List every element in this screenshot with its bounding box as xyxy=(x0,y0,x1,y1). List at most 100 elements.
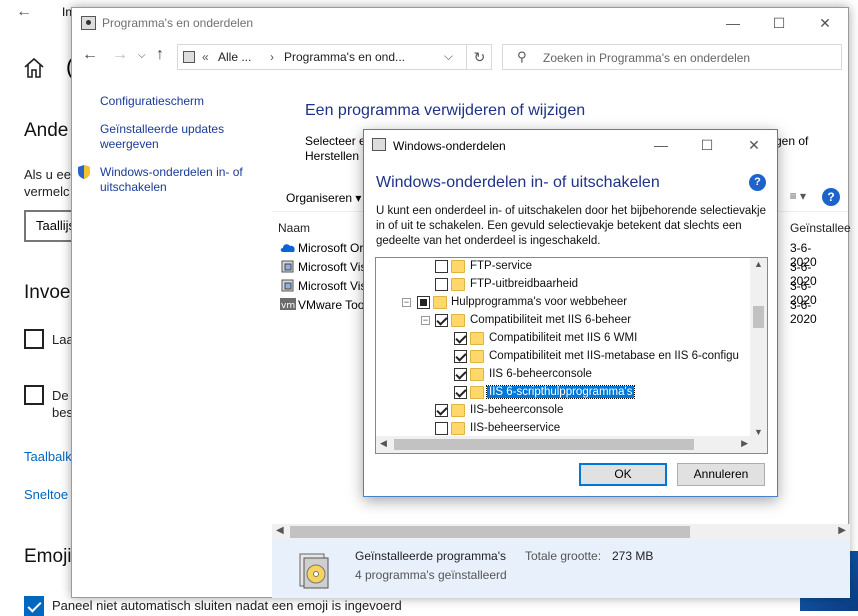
folder-icon xyxy=(451,404,465,417)
feature-label[interactable]: FTP-uitbreidbaarheid xyxy=(470,278,578,290)
feature-checkbox[interactable] xyxy=(454,368,467,381)
address-dropdown-icon[interactable]: ⌵ xyxy=(444,49,453,64)
feature-row[interactable]: FTP-service xyxy=(376,258,752,276)
shortcuts-link[interactable]: Sneltoe xyxy=(24,487,68,502)
feature-checkbox[interactable] xyxy=(435,404,448,417)
breadcrumb-separator: › xyxy=(270,50,274,64)
feature-label[interactable]: IIS-beheerconsole xyxy=(470,404,563,416)
search-box[interactable]: ⚲ Zoeken in Programma's en onderdelen xyxy=(502,44,842,70)
view-options-button[interactable]: ≡ ▾ xyxy=(790,189,806,203)
feature-label-selected[interactable]: IIS 6-scripthulpprogramma's xyxy=(485,385,636,399)
breadcrumb-all[interactable]: Alle ... xyxy=(218,50,251,64)
tree-horizontal-scrollbar[interactable]: ◀ ▶ xyxy=(376,436,752,453)
feature-row[interactable]: − Hulpprogramma's voor webbeheer xyxy=(376,294,752,312)
feature-label[interactable]: FTP-service xyxy=(470,260,532,272)
heading-other: Ande xyxy=(24,120,69,141)
window-title: Programma's en onderdelen xyxy=(102,16,254,30)
program-name: Microsoft Vis xyxy=(298,260,366,274)
maximize-button[interactable]: ☐ xyxy=(684,130,730,160)
feature-label[interactable]: Hulpprogramma's voor webbeheer xyxy=(451,296,627,308)
list-horizontal-scrollbar[interactable]: ◀ ▶ xyxy=(272,524,850,540)
up-arrow-icon[interactable]: ↑ xyxy=(156,46,164,64)
vmware-icon: vm xyxy=(280,298,296,311)
scroll-right-icon[interactable]: ▶ xyxy=(741,438,748,449)
cancel-button[interactable]: Annuleren xyxy=(677,463,765,486)
shield-icon xyxy=(78,165,90,179)
help-icon[interactable]: ? xyxy=(749,174,766,191)
installer-icon xyxy=(281,279,294,292)
back-arrow-icon[interactable]: ← xyxy=(82,46,98,64)
feature-checkbox[interactable] xyxy=(454,332,467,345)
folder-icon xyxy=(470,332,484,345)
forward-arrow-icon[interactable]: → xyxy=(112,46,128,64)
scroll-left-icon[interactable]: ◀ xyxy=(380,438,387,449)
features-tree[interactable]: FTP-service FTP-uitbreidbaarheid − Hulpp… xyxy=(375,257,768,454)
home-icon[interactable] xyxy=(22,56,46,80)
window-titlebar[interactable]: Programma's en onderdelen — ☐ ✕ xyxy=(72,8,848,38)
back-arrow-icon[interactable]: ← xyxy=(16,3,32,21)
scroll-left-icon[interactable]: ◀ xyxy=(276,525,284,536)
program-name: Microsoft Vis xyxy=(298,279,366,293)
emoji-checkbox[interactable] xyxy=(24,596,44,616)
feature-row[interactable]: Compatibiliteit met IIS 6 WMI xyxy=(376,330,752,348)
close-button[interactable]: ✕ xyxy=(731,130,777,160)
feature-row[interactable]: IIS-beheerconsole xyxy=(376,402,752,420)
feature-row[interactable]: Compatibiliteit met IIS-metabase en IIS … xyxy=(376,348,752,366)
organize-button[interactable]: Organiseren ▾ xyxy=(286,191,361,205)
feature-checkbox[interactable] xyxy=(454,350,467,363)
scrollbar-thumb[interactable] xyxy=(753,306,764,328)
scrollbar-thumb[interactable] xyxy=(290,526,690,538)
feature-checkbox[interactable] xyxy=(417,296,430,309)
help-icon[interactable]: ? xyxy=(822,188,840,206)
checkbox-1[interactable] xyxy=(24,329,44,349)
feature-label[interactable]: IIS 6-beheerconsole xyxy=(489,368,592,380)
feature-label[interactable]: IIS-beheerservice xyxy=(470,422,560,434)
feature-row[interactable]: − Compatibiliteit met IIS 6-beheer xyxy=(376,312,752,330)
sidebar-link-windows-features[interactable]: Windows-onderdelen in- of uitschakelen xyxy=(100,165,250,195)
sidebar-link-installed-updates[interactable]: Geïnstalleerde updates weergeven xyxy=(100,122,230,152)
feature-checkbox[interactable] xyxy=(435,278,448,291)
minimize-button[interactable]: — xyxy=(638,130,684,160)
collapse-icon[interactable]: − xyxy=(402,298,411,307)
feature-row[interactable]: IIS 6-beheerconsole xyxy=(376,366,752,384)
installer-icon xyxy=(281,260,294,273)
minimize-button[interactable]: — xyxy=(710,8,756,38)
scroll-right-icon[interactable]: ▶ xyxy=(838,525,846,536)
program-name: VMware Tools xyxy=(298,298,366,312)
feature-checkbox[interactable] xyxy=(454,386,467,399)
page-description-tail: gen of xyxy=(775,134,809,148)
address-overflow[interactable]: « xyxy=(202,50,209,64)
close-button[interactable]: ✕ xyxy=(802,8,848,38)
dialog-title: Windows-onderdelen xyxy=(393,139,506,153)
checkbox-2[interactable] xyxy=(24,385,44,405)
ok-button[interactable]: OK xyxy=(579,463,667,486)
maximize-button[interactable]: ☐ xyxy=(756,8,802,38)
folder-icon xyxy=(470,350,484,363)
feature-checkbox[interactable] xyxy=(435,260,448,273)
feature-row[interactable]: IIS 6-scripthulpprogramma's xyxy=(376,384,752,402)
feature-label[interactable]: Compatibiliteit met IIS 6-beheer xyxy=(470,314,631,326)
feature-checkbox[interactable] xyxy=(435,314,448,327)
feature-checkbox[interactable] xyxy=(435,422,448,435)
scrollbar-thumb[interactable] xyxy=(394,439,694,450)
address-bar[interactable]: « Alle ... › Programma's en ond... ⌵ ↻ xyxy=(177,44,492,70)
feature-label[interactable]: Compatibiliteit met IIS 6 WMI xyxy=(489,332,637,344)
details-title: Geïnstalleerde programma's xyxy=(355,549,507,563)
description-line-2: vermelc xyxy=(24,184,70,199)
checkbox-2-label-2: bes xyxy=(52,405,73,420)
collapse-icon[interactable]: − xyxy=(421,316,430,325)
sidebar-link-control-panel[interactable]: Configuratiescherm xyxy=(100,94,260,109)
navigation-bar: ← → ⌵ ↑ « Alle ... › Programma's en ond.… xyxy=(72,44,848,74)
language-bar-link[interactable]: Taalbalk xyxy=(24,449,72,464)
feature-row[interactable]: FTP-uitbreidbaarheid xyxy=(376,276,752,294)
dialog-titlebar[interactable]: Windows-onderdelen — ☐ ✕ xyxy=(364,130,777,160)
tree-vertical-scrollbar[interactable]: ▲ ▼ xyxy=(750,258,767,438)
recent-chevron-icon[interactable]: ⌵ xyxy=(138,50,146,61)
scroll-up-icon[interactable]: ▲ xyxy=(754,259,763,269)
program-date: 3-6-2020 xyxy=(790,298,817,326)
column-header-installed[interactable]: Geïnstallee xyxy=(790,221,851,235)
breadcrumb-programs[interactable]: Programma's en ond... xyxy=(284,50,405,64)
feature-label[interactable]: Compatibiliteit met IIS-metabase en IIS … xyxy=(489,350,739,362)
column-header-name[interactable]: Naam xyxy=(278,221,310,235)
refresh-icon[interactable]: ↻ xyxy=(466,45,492,69)
